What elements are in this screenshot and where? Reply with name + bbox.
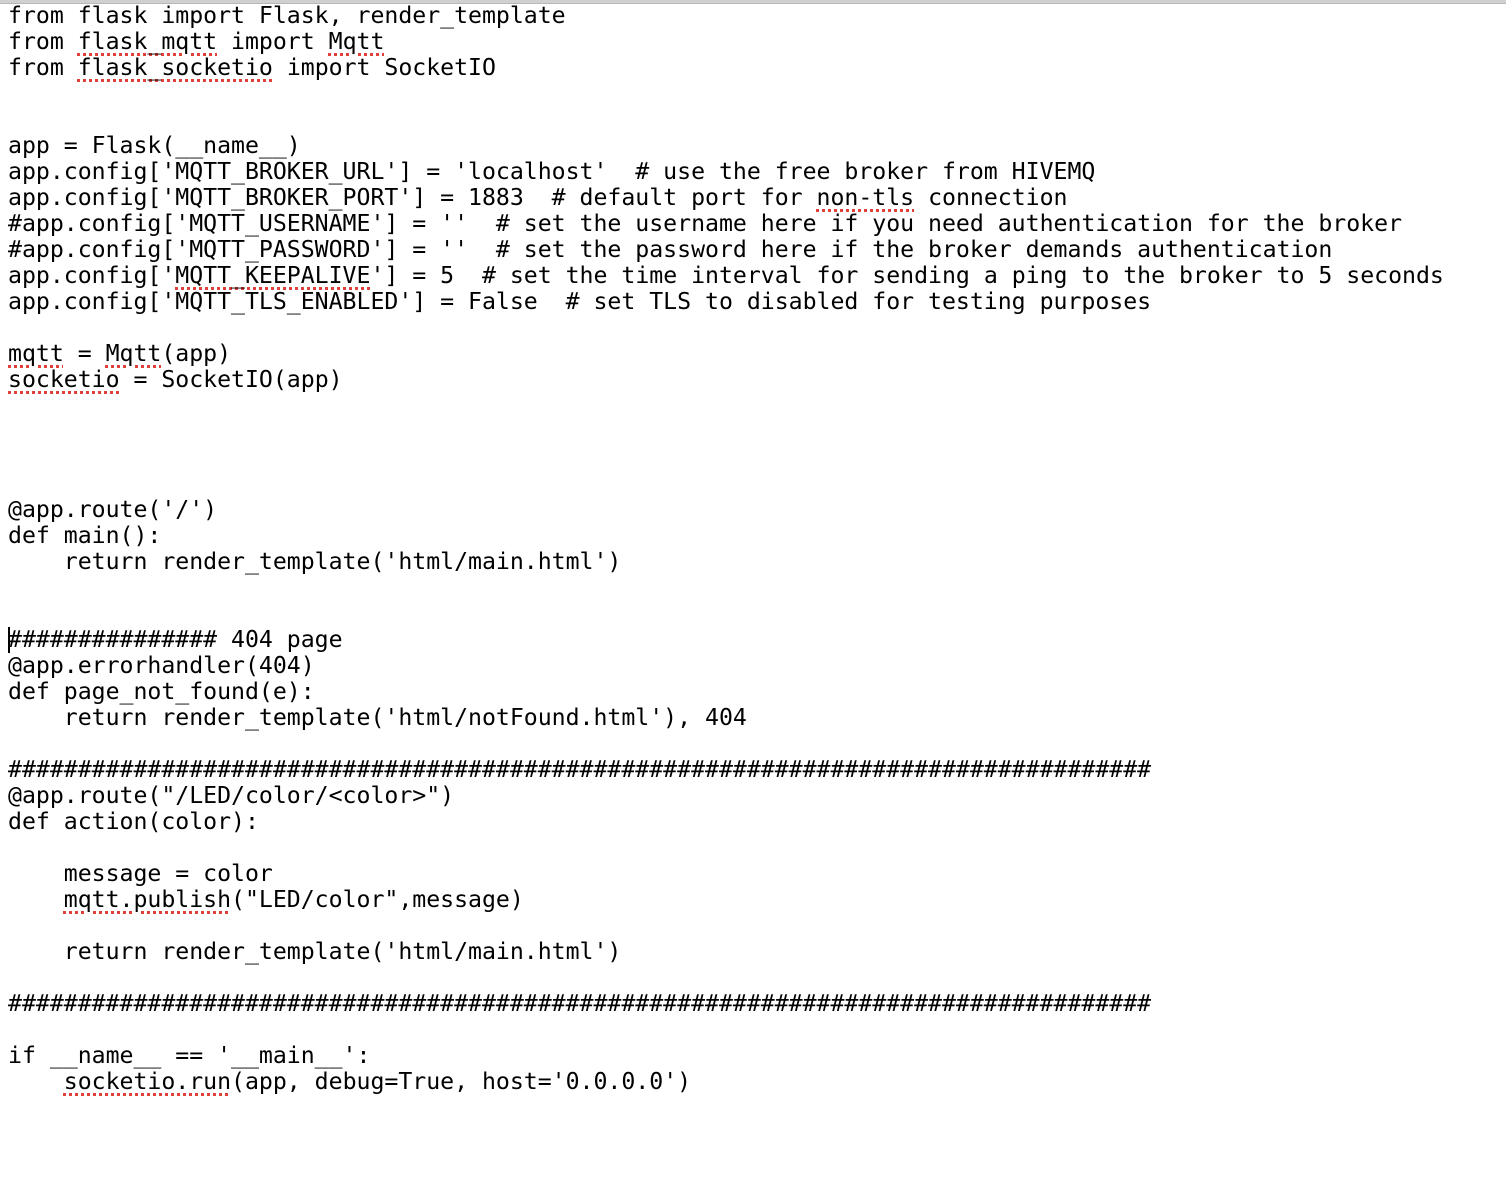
code-line[interactable]: mqtt = Mqtt(app) xyxy=(8,341,1506,367)
misspelled-word: Mqtt xyxy=(328,28,385,55)
code-line[interactable]: #app.config['MQTT_PASSWORD'] = '' # set … xyxy=(8,237,1506,263)
code-line[interactable] xyxy=(8,315,1506,341)
code-text: app = Flask(__name__) xyxy=(8,132,301,159)
code-line[interactable]: app.config['MQTT_BROKER_URL'] = 'localho… xyxy=(8,159,1506,185)
code-text: from flask import Flask, render_template xyxy=(8,2,566,29)
code-line[interactable]: socketio = SocketIO(app) xyxy=(8,367,1506,393)
misspelled-word: MQTT_KEEPALIVE xyxy=(175,262,371,289)
code-text: @app.route("/LED/color/<color>") xyxy=(8,782,455,809)
code-line[interactable]: message = color xyxy=(8,861,1506,887)
code-text: return render_template('html/notFound.ht… xyxy=(8,704,747,731)
code-line[interactable]: app = Flask(__name__) xyxy=(8,133,1506,159)
code-line[interactable] xyxy=(8,471,1506,497)
code-text: from xyxy=(8,28,78,55)
misspelled-word: flask_mqtt xyxy=(77,28,218,55)
code-line[interactable] xyxy=(8,445,1506,471)
code-text: app.config[' xyxy=(8,262,176,289)
code-text: = SocketIO(app) xyxy=(119,366,343,393)
code-text: (app, debug=True, host='0.0.0.0') xyxy=(231,1068,692,1095)
text-caret xyxy=(8,627,10,653)
code-line[interactable]: mqtt.publish("LED/color",message) xyxy=(8,887,1506,913)
code-text: return render_template('html/main.html') xyxy=(8,548,622,575)
code-line[interactable]: def main(): xyxy=(8,523,1506,549)
code-text: app.config['MQTT_BROKER_PORT'] = 1883 # … xyxy=(8,184,817,211)
code-text: import xyxy=(217,28,329,55)
code-line[interactable]: @app.route('/') xyxy=(8,497,1506,523)
code-line[interactable]: app.config['MQTT_TLS_ENABLED'] = False #… xyxy=(8,289,1506,315)
code-line[interactable]: from flask_socketio import SocketIO xyxy=(8,55,1506,81)
code-text: def page_not_found(e): xyxy=(8,678,315,705)
code-line[interactable] xyxy=(8,419,1506,445)
code-line[interactable] xyxy=(8,601,1506,627)
code-line[interactable]: return render_template('html/notFound.ht… xyxy=(8,705,1506,731)
code-text: ########################################… xyxy=(8,756,1152,783)
code-line[interactable] xyxy=(8,393,1506,419)
misspelled-word: socketio.run xyxy=(63,1068,232,1095)
code-text: ############### 404 page xyxy=(8,626,343,653)
code-line[interactable]: #app.config['MQTT_USERNAME'] = '' # set … xyxy=(8,211,1506,237)
code-line[interactable]: app.config['MQTT_KEEPALIVE'] = 5 # set t… xyxy=(8,263,1506,289)
code-line[interactable] xyxy=(8,107,1506,133)
code-text: ########################################… xyxy=(8,990,1152,1017)
code-line[interactable]: return render_template('html/main.html') xyxy=(8,939,1506,965)
code-line[interactable]: from flask import Flask, render_template xyxy=(8,3,1506,29)
code-line[interactable]: if __name__ == '__main__': xyxy=(8,1043,1506,1069)
misspelled-word: mqtt xyxy=(8,340,64,367)
code-text: def action(color): xyxy=(8,808,259,835)
code-text: @app.errorhandler(404) xyxy=(8,652,315,679)
misspelled-word: Mqtt xyxy=(105,340,162,367)
code-text: #app.config['MQTT_USERNAME'] = '' # set … xyxy=(8,210,1403,237)
code-line[interactable] xyxy=(8,731,1506,757)
code-line[interactable]: ############### 404 page xyxy=(8,627,1506,653)
code-text: (app) xyxy=(161,340,232,367)
code-line[interactable]: @app.route("/LED/color/<color>") xyxy=(8,783,1506,809)
code-line[interactable]: def page_not_found(e): xyxy=(8,679,1506,705)
code-line[interactable]: @app.errorhandler(404) xyxy=(8,653,1506,679)
code-line[interactable]: socketio.run(app, debug=True, host='0.0.… xyxy=(8,1069,1506,1095)
code-text: #app.config['MQTT_PASSWORD'] = '' # set … xyxy=(8,236,1333,263)
code-text: @app.route('/') xyxy=(8,496,218,523)
code-text: connection xyxy=(914,184,1068,211)
code-line[interactable]: def action(color): xyxy=(8,809,1506,835)
code-line[interactable] xyxy=(8,913,1506,939)
code-line[interactable] xyxy=(8,835,1506,861)
code-line[interactable]: ########################################… xyxy=(8,991,1506,1017)
code-text: app.config['MQTT_BROKER_URL'] = 'localho… xyxy=(8,158,1096,185)
misspelled-word: socketio xyxy=(8,366,120,393)
code-text: = xyxy=(63,340,106,367)
code-text: import SocketIO xyxy=(272,54,496,81)
code-line[interactable]: from flask_mqtt import Mqtt xyxy=(8,29,1506,55)
misspelled-word: non-tls xyxy=(816,184,915,211)
code-text: if __name__ == '__main__': xyxy=(8,1042,371,1069)
code-text: from xyxy=(8,54,78,81)
code-line[interactable]: ########################################… xyxy=(8,757,1506,783)
code-text: def main(): xyxy=(8,522,162,549)
code-text: app.config['MQTT_TLS_ENABLED'] = False #… xyxy=(8,288,1152,315)
code-text: message = color xyxy=(8,860,273,887)
code-editor[interactable]: from flask import Flask, render_template… xyxy=(8,3,1506,1178)
code-text: return render_template('html/main.html') xyxy=(8,938,622,965)
code-line[interactable] xyxy=(8,575,1506,601)
misspelled-word: flask_socketio xyxy=(77,54,273,81)
code-line[interactable] xyxy=(8,81,1506,107)
code-line[interactable] xyxy=(8,965,1506,991)
code-line[interactable]: app.config['MQTT_BROKER_PORT'] = 1883 # … xyxy=(8,185,1506,211)
code-text: ("LED/color",message) xyxy=(231,886,524,913)
code-line[interactable] xyxy=(8,1017,1506,1043)
misspelled-word: mqtt.publish xyxy=(63,886,232,913)
code-text: '] = 5 # set the time interval for sendi… xyxy=(370,262,1444,289)
code-line[interactable]: return render_template('html/main.html') xyxy=(8,549,1506,575)
